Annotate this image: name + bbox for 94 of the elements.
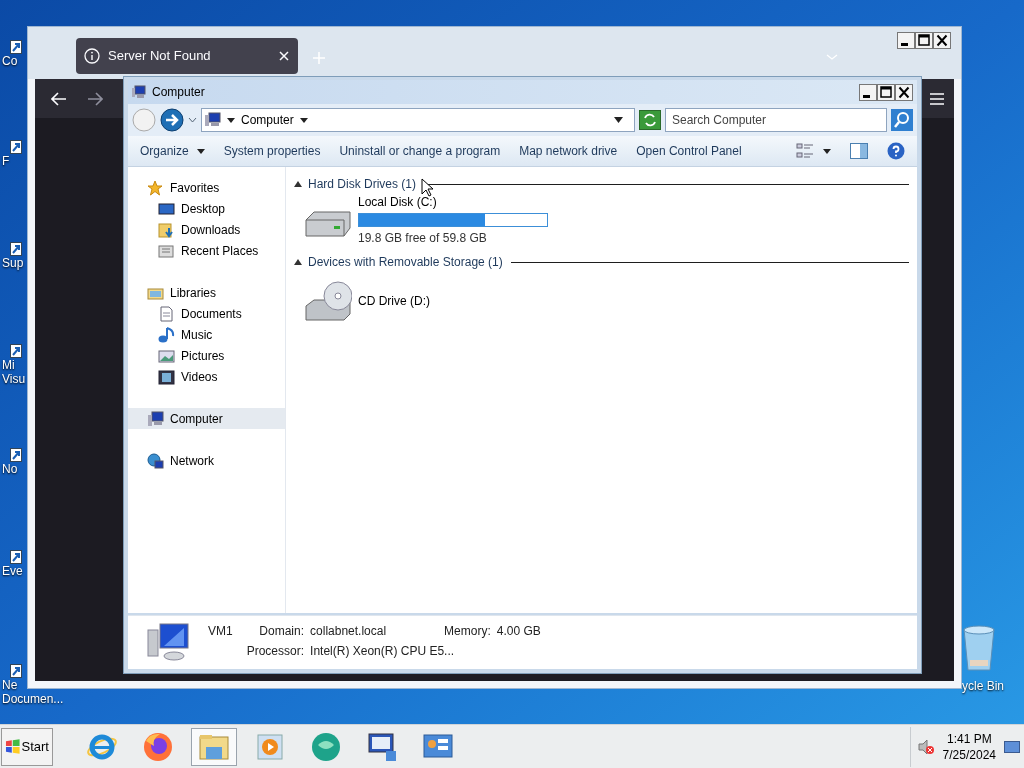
field-value: 4.00 GB	[496, 623, 541, 640]
desktop-icon-label: F	[2, 154, 10, 168]
breadcrumb-item[interactable]: Computer	[241, 111, 294, 129]
desktop-icon-label: No	[2, 462, 18, 476]
clock-time[interactable]: 1:41 PM	[946, 730, 992, 747]
sidebar-item[interactable]: Downloads	[128, 219, 285, 240]
toolbar-button[interactable]: Map network drive	[519, 142, 618, 160]
sidebar-item[interactable]: Desktop	[128, 198, 285, 219]
field-value: Intel(R) Xeon(R) CPU E5...	[310, 643, 456, 660]
shortcut-icon	[10, 448, 22, 462]
free-space-text: 19.8 GB free of 59.8 GB	[358, 230, 488, 247]
cd-drive-icon	[304, 278, 352, 324]
sidebar-item[interactable]: Recent Places	[128, 240, 285, 261]
globe-computer-icon	[147, 452, 164, 469]
search-field[interactable]: Search Computer	[665, 108, 887, 132]
desktop-icon	[158, 200, 175, 217]
desktop-icon-label: Documen...	[2, 692, 64, 706]
forward-button-icon[interactable]	[160, 108, 184, 132]
desktop-icon-label: Co	[2, 54, 18, 68]
film-icon	[158, 368, 175, 385]
minimize-icon[interactable]	[859, 83, 877, 101]
desktop-icon-label: ycle Bin	[962, 679, 1005, 693]
collapse-caret-icon[interactable]	[294, 259, 302, 265]
toolbar-button[interactable]: System properties	[223, 142, 321, 160]
start-button[interactable]: Start	[1, 727, 53, 766]
windows-logo-icon	[5, 738, 21, 755]
view-options-icon[interactable]	[796, 143, 814, 159]
sidebar-item[interactable]: Libraries	[128, 282, 285, 303]
field-label: Domain:	[258, 623, 305, 640]
show-desktop-icon[interactable]	[1004, 740, 1020, 753]
minimize-icon[interactable]	[897, 32, 915, 49]
star-icon	[147, 179, 164, 196]
desktop-icon-label: Eve	[2, 564, 23, 578]
toolbar-button[interactable]: Uninstall or change a program	[339, 142, 501, 160]
recent-places-icon	[158, 242, 175, 259]
menu-icon[interactable]	[930, 93, 944, 105]
drive-name[interactable]: CD Drive (D:)	[358, 292, 430, 310]
field-label: Memory:	[444, 623, 491, 640]
group-header[interactable]: Devices with Removable Storage (1)	[308, 253, 503, 271]
sidebar-item[interactable]: Favorites	[128, 177, 285, 198]
monitor-icon	[366, 730, 398, 763]
search-icon[interactable]	[891, 109, 913, 131]
shortcut-icon	[10, 40, 22, 54]
shortcut-icon	[10, 344, 22, 358]
sidebar-item[interactable]: Computer	[128, 408, 285, 429]
close-icon[interactable]	[895, 83, 913, 101]
shortcut-icon	[10, 242, 22, 256]
shortcut-icon	[10, 140, 22, 154]
speaker-muted-icon[interactable]	[916, 738, 935, 755]
caret-icon[interactable]	[823, 148, 831, 154]
computer-icon	[132, 85, 146, 99]
field-label: Processor:	[246, 643, 305, 660]
desktop-icon-label: Mi	[2, 358, 15, 372]
shortcut-icon	[10, 550, 22, 564]
maximize-icon[interactable]	[877, 83, 895, 101]
sidebar-item[interactable]: Pictures	[128, 345, 285, 366]
folder-icon	[158, 221, 175, 238]
sidebar-item[interactable]: Network	[128, 450, 285, 471]
group-header[interactable]: Hard Disk Drives (1)	[308, 175, 416, 193]
computer-name: VM1	[208, 623, 234, 640]
desktop-icon-label: Ne	[2, 678, 18, 692]
close-icon[interactable]	[933, 32, 951, 49]
forward-icon[interactable]	[87, 92, 103, 106]
window-title: Computer	[152, 84, 206, 101]
toolbar-button[interactable]: Organize	[140, 142, 205, 160]
music-note-icon	[158, 326, 175, 343]
back-icon[interactable]	[51, 92, 67, 106]
preview-pane-icon[interactable]	[850, 143, 868, 159]
tab-title: Server Not Found	[108, 47, 212, 66]
desktop-icon-label: Visu	[2, 372, 26, 386]
document-icon	[158, 305, 175, 322]
computer-icon	[147, 410, 164, 427]
toolbar-button[interactable]: Open Control Panel	[636, 142, 742, 160]
sidebar-item[interactable]: Videos	[128, 366, 285, 387]
sidebar-item[interactable]: Documents	[128, 303, 285, 324]
browser-tab[interactable]: Server Not Found	[76, 38, 298, 74]
desktop-icon-label: Sup	[2, 256, 24, 270]
recycle-bin-icon	[962, 625, 996, 671]
clock-date[interactable]: 7/25/2024	[942, 746, 996, 763]
picture-icon	[158, 347, 175, 364]
history-caret-icon[interactable]	[188, 117, 197, 123]
mouse-pointer-icon	[421, 178, 433, 197]
collapse-caret-icon[interactable]	[294, 181, 302, 187]
refresh-icon[interactable]	[639, 110, 661, 130]
shortcut-icon	[10, 664, 22, 678]
sidebar-item[interactable]: Music	[128, 324, 285, 345]
computer-icon	[146, 622, 192, 662]
info-icon	[84, 48, 100, 64]
computer-icon	[205, 112, 221, 128]
drive-name[interactable]: Local Disk (C:)	[358, 193, 548, 211]
field-value: collabnet.local	[310, 623, 388, 640]
address-bar[interactable]: Computer	[201, 108, 635, 132]
help-icon[interactable]	[887, 142, 905, 160]
maximize-icon[interactable]	[915, 32, 933, 49]
